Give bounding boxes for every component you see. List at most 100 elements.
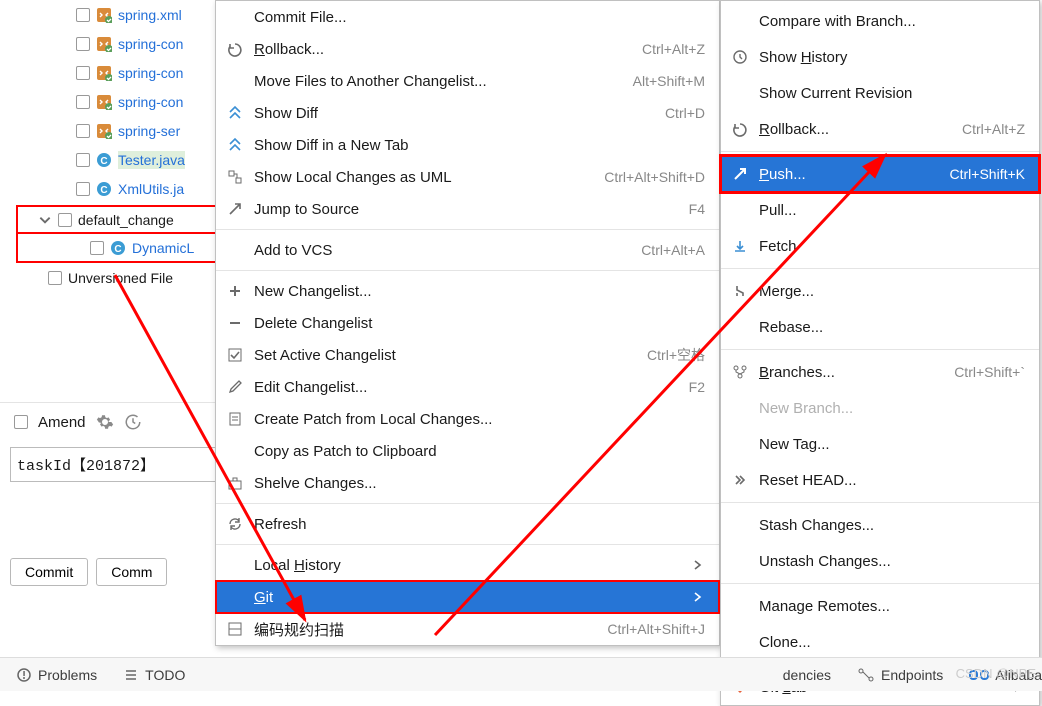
checkbox[interactable] [76, 153, 90, 167]
diff-icon [224, 134, 246, 156]
menu-item-unstash-changes[interactable]: Unstash Changes... [721, 543, 1039, 579]
menu-label: Set Active Changelist [254, 347, 647, 364]
menu-item-move-files-to-another-changelist[interactable]: Move Files to Another Changelist...Alt+S… [216, 65, 719, 97]
chevron-right-icon [693, 559, 705, 571]
gear-icon[interactable] [96, 413, 114, 431]
menu-item-refresh[interactable]: Refresh [216, 508, 719, 540]
menu-item-new-changelist[interactable]: New Changelist... [216, 275, 719, 307]
svg-text:C: C [114, 244, 121, 255]
file-label: XmlUtils.ja [118, 181, 184, 197]
blank-icon [224, 239, 246, 261]
endpoints-tab[interactable]: Endpoints [857, 667, 943, 683]
menu-item-show-history[interactable]: Show History [721, 39, 1039, 75]
commit-and-push-button[interactable]: Comm [96, 558, 167, 586]
history-icon[interactable] [124, 413, 142, 431]
menu-label: Reset HEAD... [759, 472, 1025, 489]
amend-checkbox[interactable] [14, 415, 28, 429]
chevron-down-icon [38, 213, 52, 227]
checkbox[interactable] [76, 37, 90, 51]
menu-item-show-diff[interactable]: Show DiffCtrl+D [216, 97, 719, 129]
menu-label: New Branch... [759, 400, 1025, 417]
menu-item-pull[interactable]: Pull... [721, 192, 1039, 228]
file-row[interactable]: spring-con [0, 29, 230, 58]
menu-item-show-local-changes-as-uml[interactable]: Show Local Changes as UMLCtrl+Alt+Shift+… [216, 161, 719, 193]
menu-item-manage-remotes[interactable]: Manage Remotes... [721, 588, 1039, 624]
commit-buttons: Commit Comm [0, 488, 230, 596]
menu-item-commit-file[interactable]: Commit File... [216, 1, 719, 33]
svg-text:C: C [100, 185, 107, 196]
menu-label: Clone... [759, 634, 1025, 651]
menu-shortcut: Ctrl+Shift+K [950, 166, 1025, 182]
menu-item-set-active-changelist[interactable]: Set Active ChangelistCtrl+空格 [216, 339, 719, 371]
menu-label: Branches... [759, 364, 954, 381]
todo-tab[interactable]: TODO [123, 667, 185, 683]
menu-item-rebase[interactable]: Rebase... [721, 309, 1039, 345]
menu-item-reset-head[interactable]: Reset HEAD... [721, 462, 1039, 498]
patch-icon [224, 408, 246, 430]
menu-item-merge[interactable]: Merge... [721, 273, 1039, 309]
checkbox[interactable] [76, 8, 90, 22]
checkbox[interactable] [76, 124, 90, 138]
checkbox[interactable] [58, 213, 72, 227]
menu-item-compare-with-branch[interactable]: Compare with Branch... [721, 3, 1039, 39]
menu-item-rollback[interactable]: Rollback...Ctrl+Alt+Z [721, 111, 1039, 147]
problems-tab[interactable]: Problems [16, 667, 97, 683]
menu-label: New Tag... [759, 436, 1025, 453]
menu-item-jump-to-source[interactable]: Jump to SourceF4 [216, 193, 719, 225]
menu-label: Unstash Changes... [759, 553, 1025, 570]
menu-item-git[interactable]: Git [216, 581, 719, 613]
dependencies-tab[interactable]: dencies [783, 667, 831, 683]
file-label: spring-ser [118, 123, 180, 139]
menu-item-new-branch[interactable]: New Branch... [721, 390, 1039, 426]
unversioned-row[interactable]: Unversioned File [0, 263, 230, 292]
menu-item-copy-as-patch-to-clipboard[interactable]: Copy as Patch to Clipboard [216, 435, 719, 467]
checkbox[interactable] [76, 95, 90, 109]
scan-icon [224, 618, 246, 640]
file-row[interactable]: spring.xml [0, 0, 230, 29]
checkbox[interactable] [76, 66, 90, 80]
menu-item-stash-changes[interactable]: Stash Changes... [721, 507, 1039, 543]
menu-item-new-tag[interactable]: New Tag... [721, 426, 1039, 462]
file-row[interactable]: spring-con [0, 58, 230, 87]
menu-item-delete-changelist[interactable]: Delete Changelist [216, 307, 719, 339]
menu-item-local-history[interactable]: Local History [216, 549, 719, 581]
menu-label: Pull... [759, 202, 1025, 219]
menu-item-show-current-revision[interactable]: Show Current Revision [721, 75, 1039, 111]
blank-icon [729, 82, 751, 104]
checkbox[interactable] [76, 182, 90, 196]
changelist-row[interactable]: default_change [16, 205, 226, 234]
changelist-child[interactable]: C DynamicL [16, 234, 226, 263]
file-row[interactable]: C XmlUtils.ja [0, 174, 230, 203]
file-row[interactable]: spring-con [0, 87, 230, 116]
menu-label: Rollback... [759, 121, 962, 138]
menu-item-[interactable]: 编码规约扫描Ctrl+Alt+Shift+J [216, 613, 719, 645]
menu-item-push[interactable]: Push...Ctrl+Shift+K [721, 156, 1039, 192]
java-class-icon: C [110, 240, 126, 256]
menu-label: Fetch [759, 238, 1025, 255]
commit-button[interactable]: Commit [10, 558, 88, 586]
checkbox[interactable] [48, 271, 62, 285]
xml-file-icon [96, 65, 112, 81]
menu-item-rollback[interactable]: Rollback...Ctrl+Alt+Z [216, 33, 719, 65]
menu-item-clone[interactable]: Clone... [721, 624, 1039, 660]
menu-shortcut: Ctrl+Alt+Z [962, 121, 1025, 137]
blank-icon [224, 70, 246, 92]
checkbox[interactable] [90, 241, 104, 255]
file-row[interactable]: spring-ser [0, 116, 230, 145]
menu-item-create-patch-from-local-changes[interactable]: Create Patch from Local Changes... [216, 403, 719, 435]
blank-icon [729, 10, 751, 32]
menu-item-fetch[interactable]: Fetch [721, 228, 1039, 264]
fetch-icon [729, 235, 751, 257]
commit-message[interactable]: taskId【201872】 [10, 447, 220, 482]
menu-item-edit-changelist[interactable]: Edit Changelist...F2 [216, 371, 719, 403]
menu-item-add-to-vcs[interactable]: Add to VCSCtrl+Alt+A [216, 234, 719, 266]
menu-shortcut: Ctrl+Alt+Shift+D [604, 169, 705, 185]
jump-icon [224, 198, 246, 220]
watermark: CSDN @NPE [956, 666, 1036, 681]
menu-item-branches[interactable]: Branches...Ctrl+Shift+` [721, 354, 1039, 390]
menu-item-show-diff-in-a-new-tab[interactable]: Show Diff in a New Tab [216, 129, 719, 161]
menu-item-shelve-changes[interactable]: Shelve Changes... [216, 467, 719, 499]
blank-icon [729, 550, 751, 572]
file-row[interactable]: CTester.java [0, 145, 230, 174]
chevron-right-icon [693, 591, 705, 603]
